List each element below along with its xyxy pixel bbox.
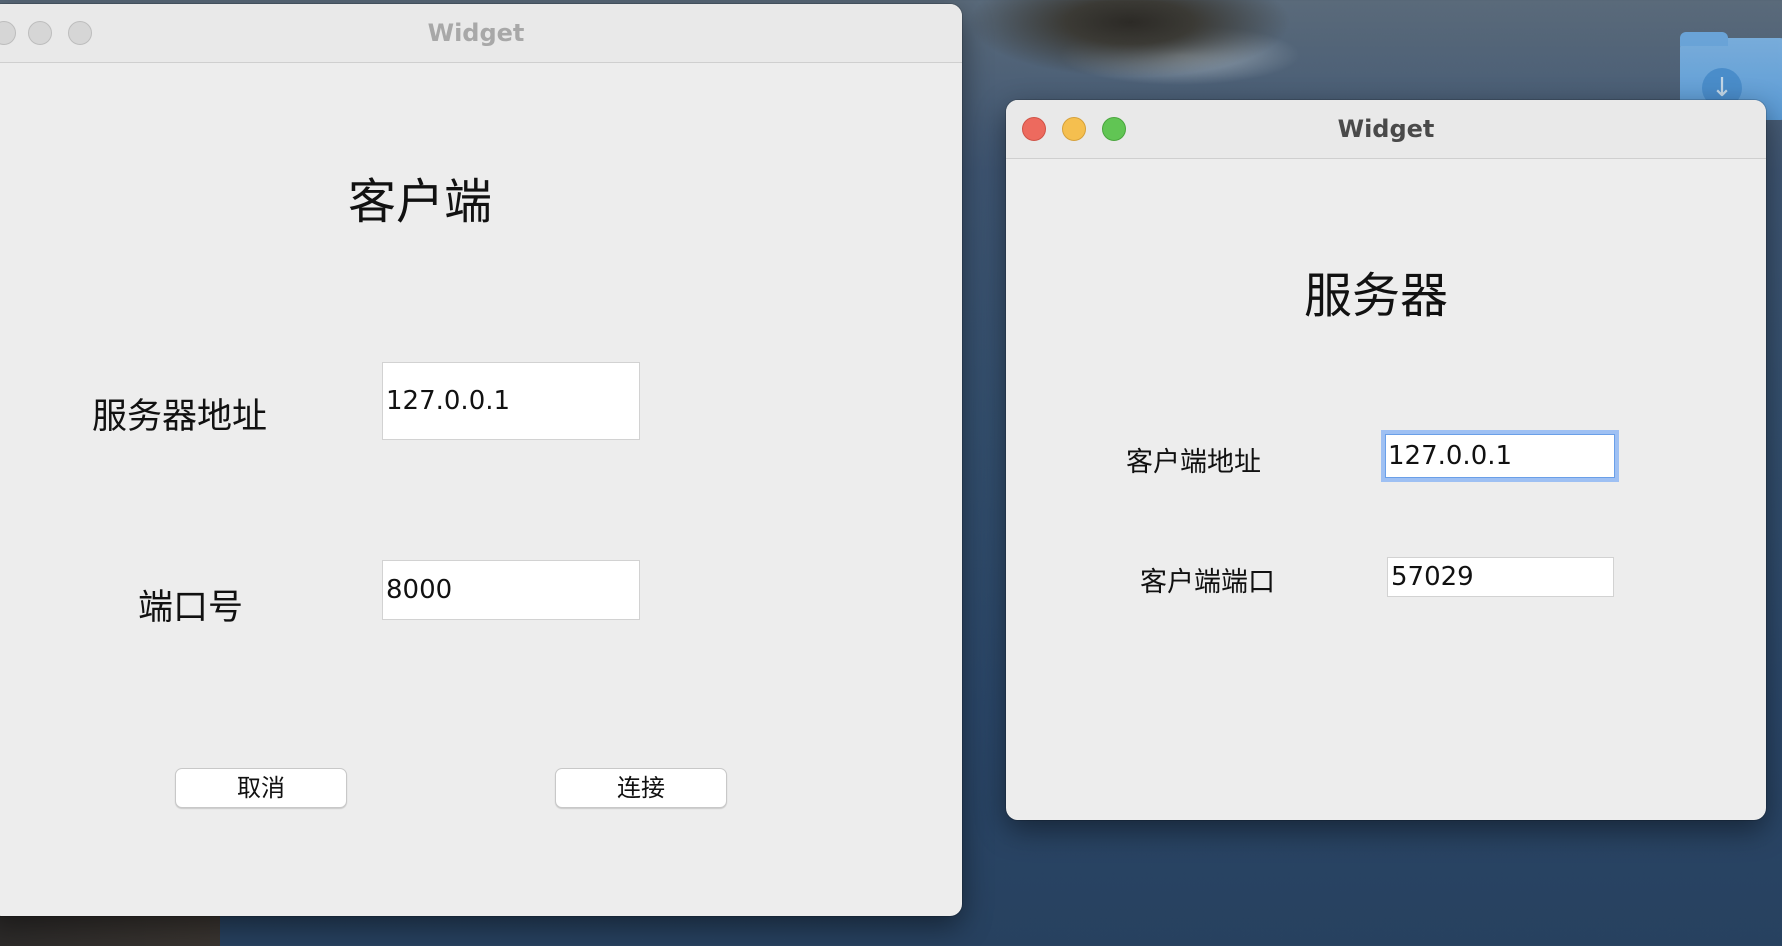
client-window-title: Widget (427, 19, 525, 47)
server-window-title: Widget (1337, 115, 1435, 143)
client-titlebar[interactable]: Widget (0, 4, 962, 63)
server-titlebar[interactable]: Widget (1006, 100, 1766, 159)
server-window: Widget 服务器 客户端地址 客户端端口 (1006, 100, 1766, 820)
server-heading: 服务器 (1304, 268, 1449, 324)
client-address-label: 客户端地址 (1126, 447, 1261, 478)
server-address-label: 服务器地址 (92, 397, 268, 437)
client-heading: 客户端 (348, 174, 493, 230)
client-port-input[interactable] (1387, 557, 1614, 597)
cancel-button[interactable]: 取消 (175, 768, 347, 808)
client-address-input[interactable] (1381, 430, 1619, 482)
port-input[interactable] (382, 560, 640, 620)
port-label: 端口号 (138, 588, 244, 628)
folder-tab (1680, 32, 1728, 46)
client-port-label: 客户端端口 (1140, 567, 1275, 598)
client-window: Widget 客户端 服务器地址 端口号 取消 连接 (0, 4, 962, 916)
connect-button[interactable]: 连接 (555, 768, 727, 808)
server-address-input[interactable] (382, 362, 640, 440)
